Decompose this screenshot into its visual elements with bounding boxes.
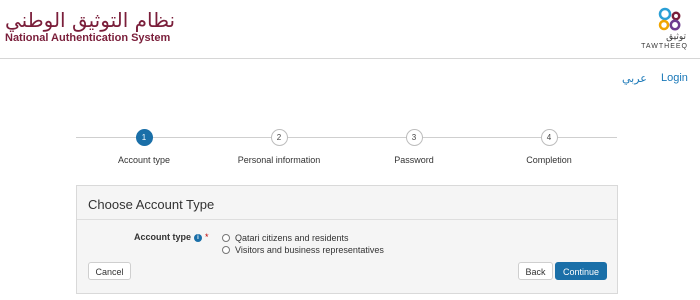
step-label: Personal information [237,155,321,165]
logo-text-arabic: توثيق [666,32,686,42]
account-type-card: Choose Account Type Account type i * Qatar… [76,185,618,294]
radio-button[interactable] [222,246,230,254]
system-title-english: National Authentication System [5,32,171,44]
step-number: 3 [405,129,423,146]
language-switch-link[interactable]: عربي [622,72,647,85]
step-number: 4 [540,129,558,146]
radio-option-qatari[interactable]: Qatari citizens and residents [222,233,349,243]
system-title-arabic: نظام التوثيق الوطني [5,8,176,32]
step-personal-information: 2 Personal information [209,129,349,165]
step-password: 3 Password [344,129,484,165]
continue-button[interactable]: Continue [555,262,607,280]
info-icon[interactable]: i [194,234,203,242]
cancel-button[interactable]: Cancel [88,262,131,280]
radio-label: Visitors and business representatives [235,245,384,255]
login-link[interactable]: Login [661,72,688,84]
back-button[interactable]: Back [518,262,553,280]
step-account-type: 1 Account type [74,129,214,165]
logo-text-english: TAWTHEEQ [641,43,688,50]
card-divider [77,219,617,220]
site-header: نظام التوثيق الوطني National Authenticat… [0,0,700,59]
radio-option-visitors[interactable]: Visitors and business representatives [222,245,384,255]
required-marker: * [205,232,209,242]
radio-label: Qatari citizens and residents [235,233,349,243]
step-number: 2 [270,129,288,146]
step-label: Account type [117,155,171,165]
step-number: 1 [135,129,153,146]
step-label: Password [394,155,434,165]
step-label: Completion [526,155,572,165]
step-completion: 4 Completion [479,129,619,165]
radio-button[interactable] [222,234,230,242]
card-title: Choose Account Type [88,197,215,212]
account-type-label: Account type i * [134,232,209,242]
account-type-label-text: Account type [134,232,192,242]
